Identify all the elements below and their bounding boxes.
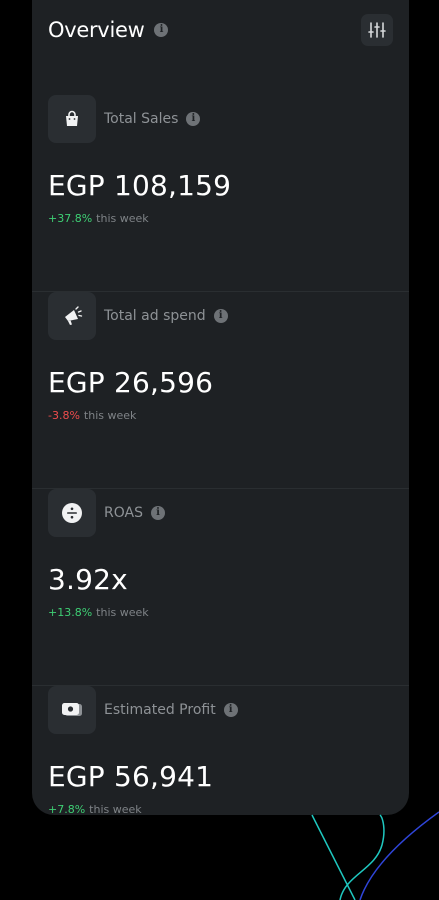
background-decoration xyxy=(311,811,439,900)
screen: Overview i Total Sales i EGP 108,159 +37… xyxy=(0,0,439,900)
